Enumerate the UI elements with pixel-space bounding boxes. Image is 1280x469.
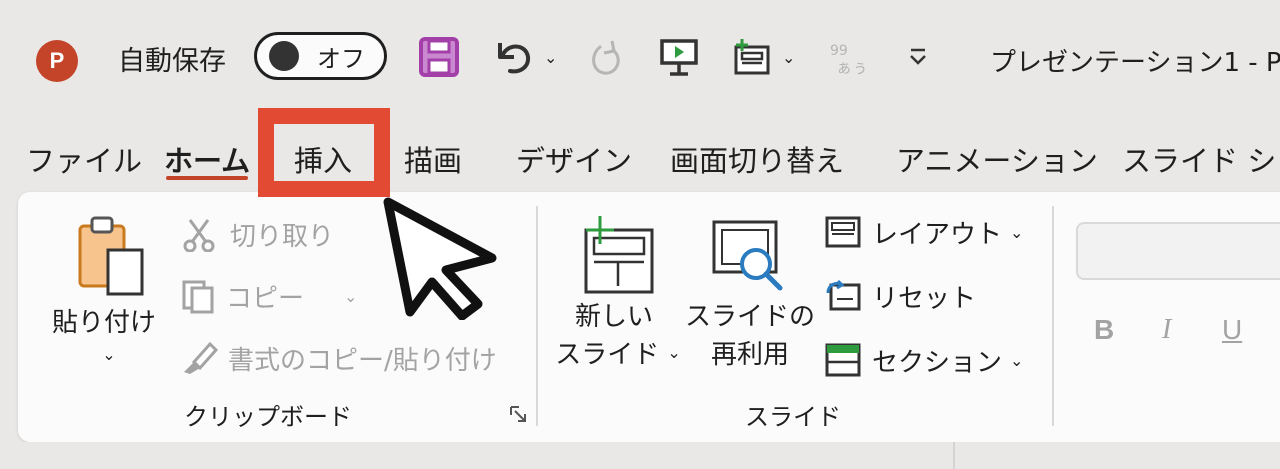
tab-transitions[interactable]: 画面切り替え	[670, 132, 844, 186]
mouse-pointer-icon	[383, 197, 497, 320]
tab-slideshow[interactable]: スライド ショー	[1122, 132, 1280, 186]
present-from-start-icon	[660, 39, 698, 76]
layout-label: レイアウト	[872, 219, 1003, 250]
slides-group-label: スライド	[745, 402, 841, 431]
underline-button[interactable]: U	[1222, 310, 1242, 350]
pane-divider	[953, 442, 955, 469]
format-painter-label: 書式のコピー/貼り付け	[228, 345, 497, 376]
slide-area-top	[0, 442, 1280, 469]
scissors-icon	[183, 219, 215, 252]
format-text-icon: 99 ぁぅ	[830, 43, 868, 77]
reuse-slides-label-line2[interactable]: 再利用	[698, 334, 802, 370]
format-painter-button[interactable]: 書式のコピー/貼り付け	[180, 338, 497, 378]
ribbon-panel: 貼り付け ⌄ 切り取り コピー ⌄ 書式のコピー/貼り付け クリップボード 新し…	[18, 192, 1280, 442]
clipboard-group-label: クリップボード	[184, 402, 352, 431]
section-dropdown-chevron-icon[interactable]: ⌄	[1010, 351, 1023, 370]
redo-icon	[592, 40, 620, 75]
paste-label[interactable]: 貼り付け	[48, 302, 160, 338]
paintbrush-icon	[184, 341, 218, 374]
paste-clipboard-icon	[78, 216, 144, 296]
new-slide-label-text: スライド	[555, 339, 660, 370]
tab-home[interactable]: ホーム	[164, 132, 250, 186]
cut-button[interactable]: 切り取り	[182, 214, 334, 254]
new-slide-dropdown-chevron-icon[interactable]: ⌄	[782, 48, 795, 67]
autosave-label: 自動保存	[118, 45, 226, 77]
autosave-state-text: オフ	[317, 44, 365, 73]
tab-insert[interactable]: 挿入	[294, 132, 352, 186]
customize-quick-access-button[interactable]	[906, 32, 930, 82]
tab-design[interactable]: デザイン	[516, 132, 632, 186]
section-icon	[825, 343, 861, 377]
new-slide-label-line1[interactable]: 新しい	[570, 296, 658, 332]
copy-icon	[182, 280, 214, 314]
layout-icon	[825, 216, 861, 248]
cut-label: 切り取り	[230, 221, 335, 252]
undo-button[interactable]: ⌄	[492, 32, 557, 82]
copy-dropdown-chevron-icon[interactable]: ⌄	[344, 287, 357, 306]
layout-dropdown-chevron-icon[interactable]: ⌄	[1010, 223, 1023, 242]
section-button[interactable]: セクション ⌄	[824, 340, 1023, 380]
bold-button[interactable]: B	[1094, 310, 1114, 350]
title-bar: P 自動保存 オフ ⌄ ⌄ 99 ぁぅ プレゼンテーション1 - Po	[0, 0, 1280, 118]
save-icon	[419, 37, 459, 77]
new-slide-dropdown-chevron-icon[interactable]: ⌄	[667, 343, 680, 362]
tab-file[interactable]: ファイル	[26, 132, 142, 186]
autosave-toggle[interactable]: オフ	[254, 32, 387, 80]
toggle-knob	[269, 41, 299, 71]
reset-button[interactable]: リセット	[824, 276, 976, 316]
tab-draw[interactable]: 描画	[404, 132, 462, 186]
copy-label: コピー	[226, 283, 305, 314]
new-slide-small-icon	[734, 39, 770, 75]
quick-new-slide-button[interactable]: ⌄	[730, 32, 795, 82]
start-slideshow-button[interactable]	[658, 32, 700, 82]
undo-icon	[498, 43, 531, 74]
undo-dropdown-chevron-icon[interactable]: ⌄	[544, 48, 557, 67]
reset-slide-icon	[826, 279, 861, 311]
section-label: セクション	[872, 347, 1003, 378]
paste-dropdown-chevron-icon[interactable]: ⌄	[94, 342, 124, 366]
quick-format-button[interactable]: 99 ぁぅ	[826, 32, 870, 82]
svg-text:99: 99	[830, 43, 848, 59]
new-slide-icon	[584, 216, 654, 294]
new-slide-label-line2[interactable]: スライド ⌄	[555, 334, 680, 370]
powerpoint-logo-icon: P	[36, 40, 78, 82]
redo-button[interactable]	[584, 32, 628, 82]
save-button[interactable]	[418, 32, 460, 82]
reuse-slides-button[interactable]	[710, 218, 790, 298]
clipboard-dialog-launcher[interactable]	[508, 402, 532, 426]
group-separator	[536, 206, 538, 426]
reuse-slides-label-line1[interactable]: スライドの	[685, 296, 815, 332]
reset-label: リセット	[872, 283, 977, 314]
document-title: プレゼンテーション1 - Po	[990, 47, 1280, 78]
svg-text:ぁぅ: ぁぅ	[836, 58, 868, 77]
italic-button[interactable]: I	[1162, 310, 1171, 350]
customize-dropdown-icon	[910, 48, 926, 65]
dialog-launcher-icon	[510, 406, 526, 422]
tab-animations[interactable]: アニメーション	[896, 132, 1098, 186]
ribbon-tabs: ファイル ホーム 挿入 描画 デザイン 画面切り替え アニメーション スライド …	[0, 132, 1280, 186]
font-name-combobox[interactable]	[1076, 222, 1280, 280]
copy-button[interactable]: コピー ⌄	[180, 276, 357, 316]
group-separator	[1052, 206, 1054, 426]
new-slide-button[interactable]	[574, 214, 658, 300]
paste-button[interactable]	[72, 212, 148, 302]
reuse-slides-icon	[712, 220, 783, 291]
layout-button[interactable]: レイアウト ⌄	[824, 212, 1023, 252]
